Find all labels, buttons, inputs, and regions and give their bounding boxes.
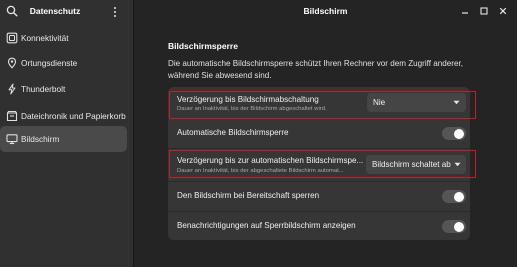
switch-knob (454, 191, 464, 202)
dropdown-value: Bildschirm schaltet ab (372, 160, 451, 169)
lock-on-suspend-switch[interactable] (442, 190, 466, 203)
chevron-down-icon (453, 100, 460, 105)
file-history-icon (6, 110, 18, 122)
sidebar-header: Datenschutz (0, 0, 133, 24)
maximize-icon[interactable] (477, 4, 491, 18)
row-title: Verzögerung bis Bildschirmabschaltung (177, 95, 319, 104)
sidebar-item-label: Konnektivität (21, 33, 69, 43)
lock-screen-notifications-switch[interactable] (442, 220, 466, 233)
sidebar-item-thunderbolt[interactable]: Thunderbolt (0, 76, 127, 102)
sidebar-item-label: Dateichronik und Papierkorb (21, 111, 126, 121)
settings-card: Verzögerung bis Bildschirmabschaltung Da… (168, 87, 470, 240)
sidebar-title: Datenschutz (29, 6, 81, 16)
connectivity-icon (6, 32, 18, 44)
row-title: Verzögerung bis zur automatischen Bildsc… (177, 156, 364, 165)
row-subtitle: Dauer an Inaktivität, bis der Bildschirm… (177, 106, 327, 112)
sidebar-item-label: Ortungsdienste (21, 58, 78, 68)
sidebar: Datenschutz Konnektivität Ortungsdienste… (0, 0, 133, 267)
section-title: Bildschirmsperre (168, 41, 238, 51)
lock-on-suspend-row[interactable]: Den Bildschirm bei Bereitschaft sperren (168, 182, 470, 211)
display-icon (6, 134, 18, 145)
section-description: Die automatische Bildschirmsperre schütz… (168, 59, 463, 80)
row-title: Automatische Bildschirmsperre (177, 128, 289, 137)
sidebar-item-label: Bildschirm (21, 134, 60, 144)
pane-divider (133, 0, 134, 267)
chevron-down-icon (454, 162, 461, 167)
row-title: Benachrichtigungen auf Sperrbildschirm a… (177, 221, 356, 230)
sidebar-item-bildschirm[interactable]: Bildschirm (0, 126, 127, 152)
auto-lock-row[interactable]: Automatische Bildschirmsperre (168, 119, 470, 148)
auto-lock-delay-dropdown[interactable]: Bildschirm schaltet ab (366, 155, 466, 174)
sidebar-item-label: Thunderbolt (21, 84, 66, 94)
auto-lock-delay-row[interactable]: Verzögerung bis zur automatischen Bildsc… (168, 149, 470, 181)
screen-blank-delay-dropdown[interactable]: Nie (367, 93, 466, 112)
row-title: Den Bildschirm bei Bereitschaft sperren (177, 191, 320, 200)
switch-knob (454, 221, 464, 232)
kebab-menu-icon[interactable] (109, 4, 121, 20)
dropdown-value: Nie (373, 98, 386, 107)
minimize-icon[interactable] (458, 4, 472, 18)
header-bar: Bildschirm (134, 0, 517, 24)
screen-blank-delay-row[interactable]: Verzögerung bis Bildschirmabschaltung Da… (168, 87, 470, 118)
thunderbolt-icon (8, 83, 16, 95)
close-icon[interactable] (496, 4, 510, 18)
switch-knob (454, 128, 464, 139)
auto-lock-switch[interactable] (442, 127, 466, 140)
row-subtitle: Dauer an Inaktivität, bis der abgeschalt… (177, 168, 344, 174)
sidebar-item-konnektivitaet[interactable]: Konnektivität (0, 25, 127, 51)
location-icon (7, 57, 17, 69)
lock-screen-notifications-row[interactable]: Benachrichtigungen auf Sperrbildschirm a… (168, 212, 470, 240)
sidebar-item-ortungsdienste[interactable]: Ortungsdienste (0, 50, 127, 76)
